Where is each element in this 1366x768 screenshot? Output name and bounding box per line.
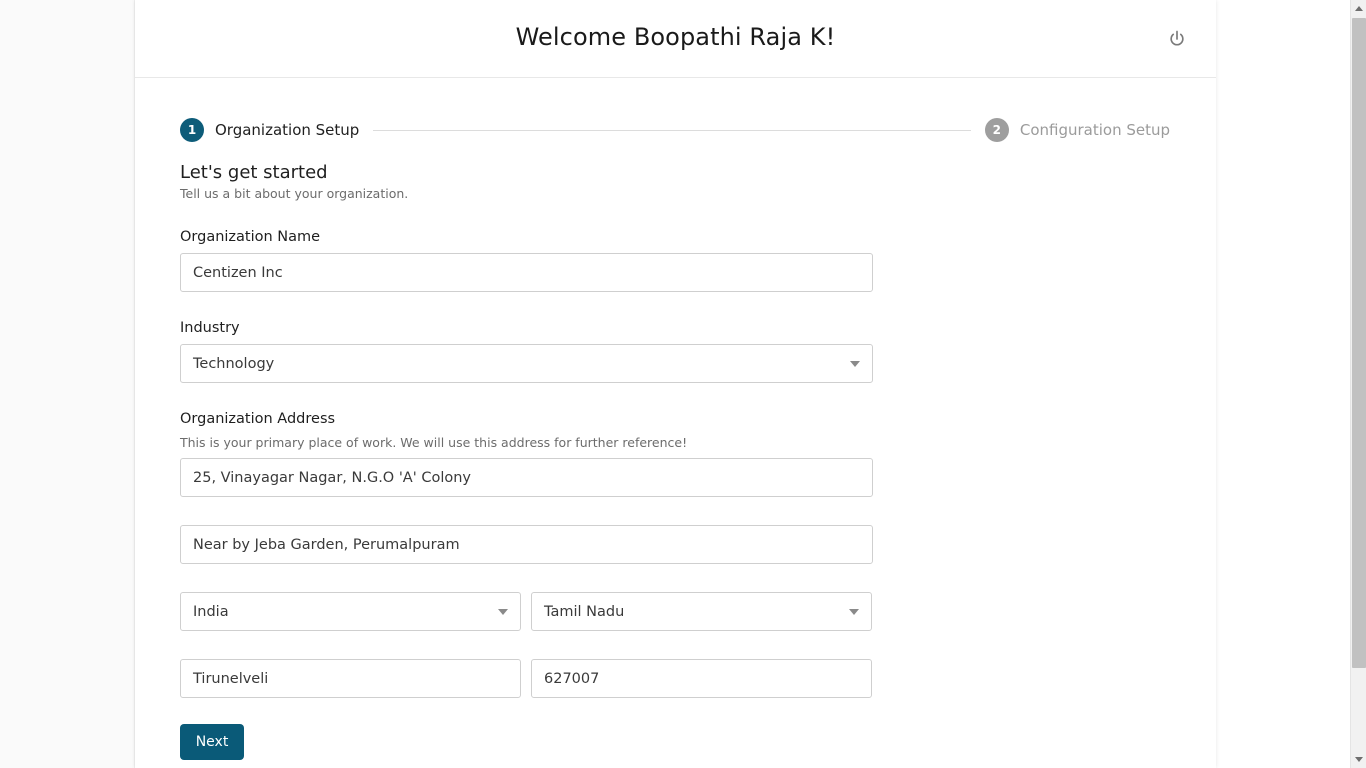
organization-name-label: Organization Name bbox=[180, 229, 321, 245]
chevron-down-icon bbox=[850, 360, 860, 367]
organization-address-hint: This is your primary place of work. We w… bbox=[180, 435, 688, 450]
state-selected-value: Tamil Nadu bbox=[544, 603, 625, 620]
stepper-label-configuration-setup: Configuration Setup bbox=[1019, 121, 1170, 139]
state-select[interactable]: Tamil Nadu bbox=[531, 592, 872, 631]
zip-input[interactable]: 627007 bbox=[531, 659, 872, 698]
page-background-right bbox=[1216, 0, 1350, 768]
industry-select[interactable]: Technology bbox=[180, 344, 873, 383]
city-field: Tirunelveli bbox=[180, 659, 521, 698]
power-icon[interactable] bbox=[1164, 26, 1190, 52]
scrollbar-thumb[interactable] bbox=[1352, 18, 1366, 668]
setup-card: Welcome Boopathi Raja K! 1 Organization … bbox=[135, 0, 1216, 768]
industry-label: Industry bbox=[180, 320, 240, 336]
industry-selected-value: Technology bbox=[193, 355, 275, 372]
card-header: Welcome Boopathi Raja K! bbox=[135, 0, 1216, 78]
country-select[interactable]: India bbox=[180, 592, 521, 631]
setup-stepper: 1 Organization Setup 2 Configuration Set… bbox=[180, 118, 1170, 142]
city-zip-row: Tirunelveli 627007 bbox=[180, 659, 880, 698]
stepper-connector bbox=[373, 129, 971, 131]
country-state-row: India Tamil Nadu bbox=[180, 592, 880, 631]
form-section-subtitle: Tell us a bit about your organization. bbox=[180, 186, 409, 201]
organization-address-field: Organization Address This is your primar… bbox=[180, 411, 880, 497]
country-field: India bbox=[180, 592, 521, 631]
stepper-step-configuration-setup[interactable]: 2 Configuration Setup bbox=[984, 118, 1170, 142]
organization-name-field: Organization Name Centizen Inc bbox=[180, 229, 880, 292]
organization-setup-form: Let's get started Tell us a bit about yo… bbox=[180, 162, 880, 760]
stepper-step-organization-setup[interactable]: 1 Organization Setup bbox=[180, 118, 359, 142]
next-button[interactable]: Next bbox=[180, 724, 244, 760]
address-line2-wrapper: Near by Jeba Garden, Perumalpuram bbox=[180, 525, 880, 564]
zip-field: 627007 bbox=[531, 659, 872, 698]
country-selected-value: India bbox=[193, 603, 229, 620]
address-line1-input[interactable]: 25, Vinayagar Nagar, N.G.O 'A' Colony bbox=[180, 458, 873, 497]
organization-name-input[interactable]: Centizen Inc bbox=[180, 253, 873, 292]
city-input[interactable]: Tirunelveli bbox=[180, 659, 521, 698]
step-number-badge-1: 1 bbox=[180, 118, 204, 142]
industry-field: Industry Technology bbox=[180, 320, 880, 383]
page-title: Welcome Boopathi Raja K! bbox=[515, 23, 836, 51]
page-background-left bbox=[0, 0, 135, 768]
organization-address-label: Organization Address bbox=[180, 411, 336, 427]
step-number-badge-2: 2 bbox=[984, 118, 1009, 142]
vertical-scrollbar[interactable] bbox=[1350, 0, 1366, 768]
stepper-label-organization-setup: Organization Setup bbox=[215, 121, 360, 139]
page-root: Welcome Boopathi Raja K! 1 Organization … bbox=[0, 0, 1366, 768]
state-field: Tamil Nadu bbox=[531, 592, 872, 631]
chevron-down-icon bbox=[498, 608, 508, 615]
chevron-down-icon bbox=[849, 608, 859, 615]
scroll-up-arrow-icon[interactable] bbox=[1351, 0, 1366, 17]
scroll-down-arrow-icon[interactable] bbox=[1351, 751, 1366, 768]
address-line2-input[interactable]: Near by Jeba Garden, Perumalpuram bbox=[180, 525, 873, 564]
form-section-title: Let's get started bbox=[180, 162, 328, 183]
